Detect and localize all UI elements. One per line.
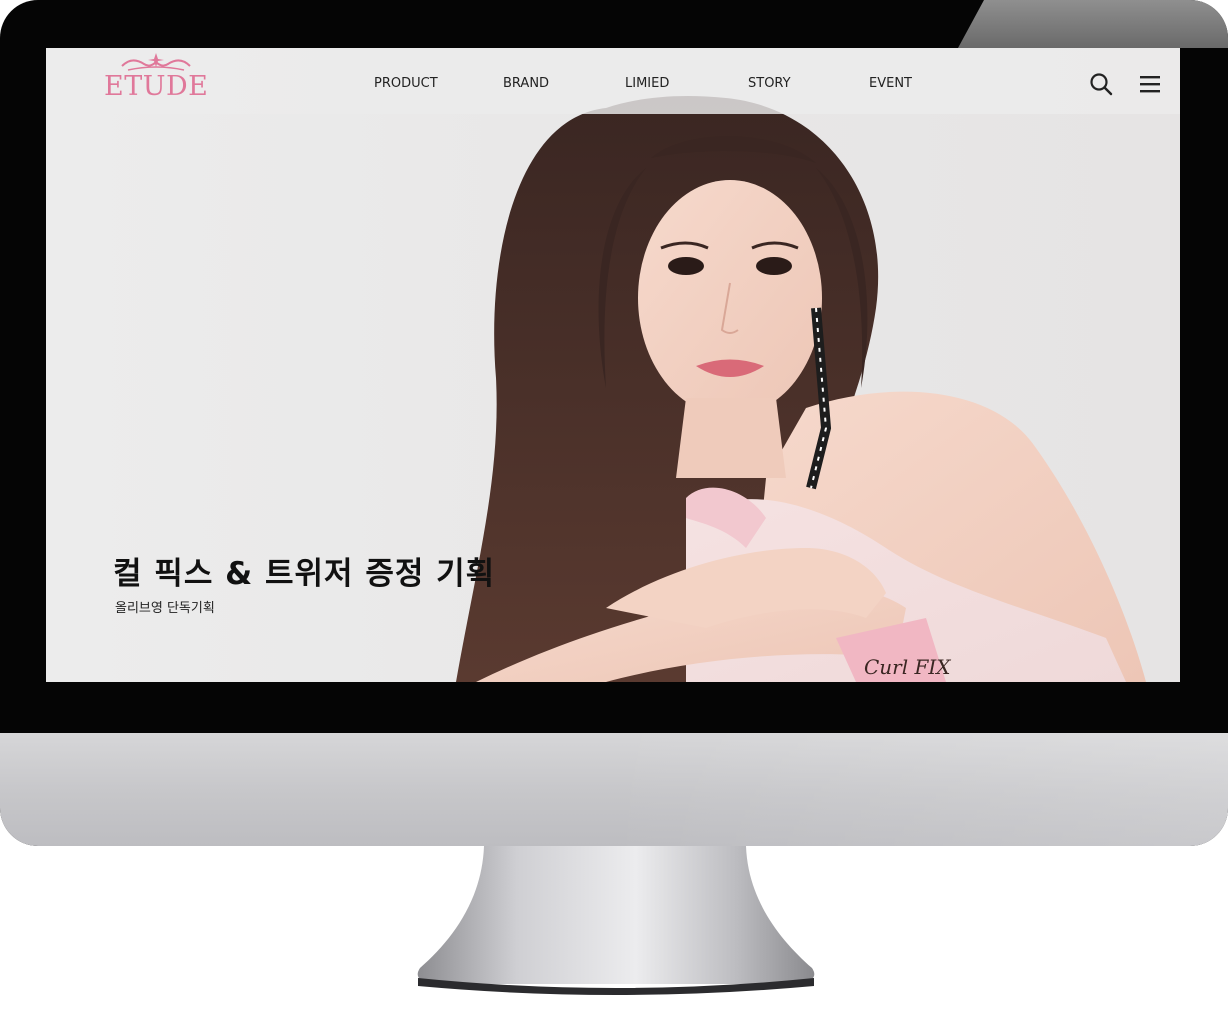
monitor-stand — [417, 846, 815, 995]
